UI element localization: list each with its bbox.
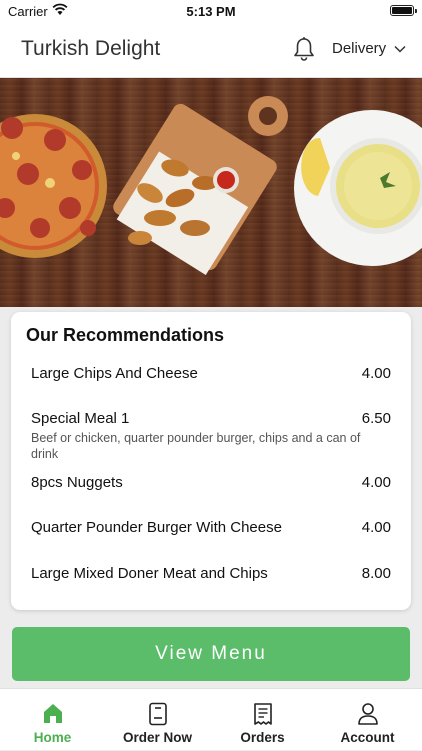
receipt-icon bbox=[253, 703, 272, 725]
tab-home-label: Home bbox=[33, 730, 72, 745]
chevron-down-icon bbox=[394, 45, 406, 53]
recommendations-title: Our Recommendations bbox=[26, 325, 225, 345]
menu-item-name: Large Mixed Doner Meat and Chips bbox=[31, 565, 268, 582]
battery-icon bbox=[390, 5, 417, 16]
tab-account-label: Account bbox=[340, 730, 395, 745]
delivery-selector[interactable]: Delivery bbox=[332, 40, 406, 57]
view-menu-button[interactable]: View Menu bbox=[12, 627, 410, 681]
tab-orders-label: Orders bbox=[240, 730, 285, 745]
menu-item-name: 8pcs Nuggets bbox=[31, 474, 123, 491]
tab-account[interactable]: Account bbox=[315, 689, 420, 751]
soup-bowl-image bbox=[294, 110, 422, 266]
tab-orders[interactable]: Orders bbox=[210, 689, 315, 751]
restaurant-title: Turkish Delight bbox=[21, 37, 161, 60]
menu-item-name: Special Meal 1 bbox=[31, 410, 130, 427]
menu-item-price: 8.00 bbox=[361, 565, 391, 582]
menu-item-price: 4.00 bbox=[361, 474, 391, 491]
status-bar: Carrier 5:13 PM bbox=[0, 0, 422, 22]
menu-item[interactable]: 8pcs Nuggets 4.00 bbox=[31, 474, 391, 491]
menu-item-price: 6.50 bbox=[361, 410, 391, 427]
menu-item-name: Quarter Pounder Burger With Cheese bbox=[31, 519, 282, 536]
menu-item[interactable]: Large Chips And Cheese 4.00 bbox=[31, 365, 391, 382]
menu-item-name: Large Chips And Cheese bbox=[31, 365, 198, 382]
tab-order-now-label: Order Now bbox=[122, 730, 192, 745]
status-time: 5:13 PM bbox=[186, 4, 236, 19]
app-header: Turkish Delight Delivery bbox=[0, 22, 422, 78]
hero-food-image bbox=[0, 78, 422, 307]
bell-icon[interactable] bbox=[290, 35, 318, 63]
tab-home[interactable]: Home bbox=[0, 689, 105, 751]
recommendations-card: Our Recommendations Large Chips And Chee… bbox=[11, 312, 411, 610]
delivery-label: Delivery bbox=[332, 40, 387, 57]
menu-item[interactable]: Large Mixed Doner Meat and Chips 8.00 bbox=[31, 565, 391, 582]
tab-order-now[interactable]: Order Now bbox=[105, 689, 210, 751]
menu-item-price: 4.00 bbox=[361, 519, 391, 536]
pizza-image bbox=[0, 114, 107, 258]
nuggets-board-image bbox=[113, 96, 288, 276]
user-icon bbox=[357, 703, 378, 725]
menu-item-description: Beef or chicken, quarter pounder burger,… bbox=[31, 431, 361, 461]
menu-item[interactable]: Special Meal 1 6.50 Beef or chicken, qua… bbox=[31, 410, 391, 462]
home-icon bbox=[43, 704, 62, 723]
menu-item[interactable]: Quarter Pounder Burger With Cheese 4.00 bbox=[31, 519, 391, 536]
order-icon bbox=[148, 702, 167, 726]
menu-item-price: 4.00 bbox=[361, 365, 391, 382]
bottom-tab-bar: Home Order Now Orders Account bbox=[0, 688, 422, 750]
